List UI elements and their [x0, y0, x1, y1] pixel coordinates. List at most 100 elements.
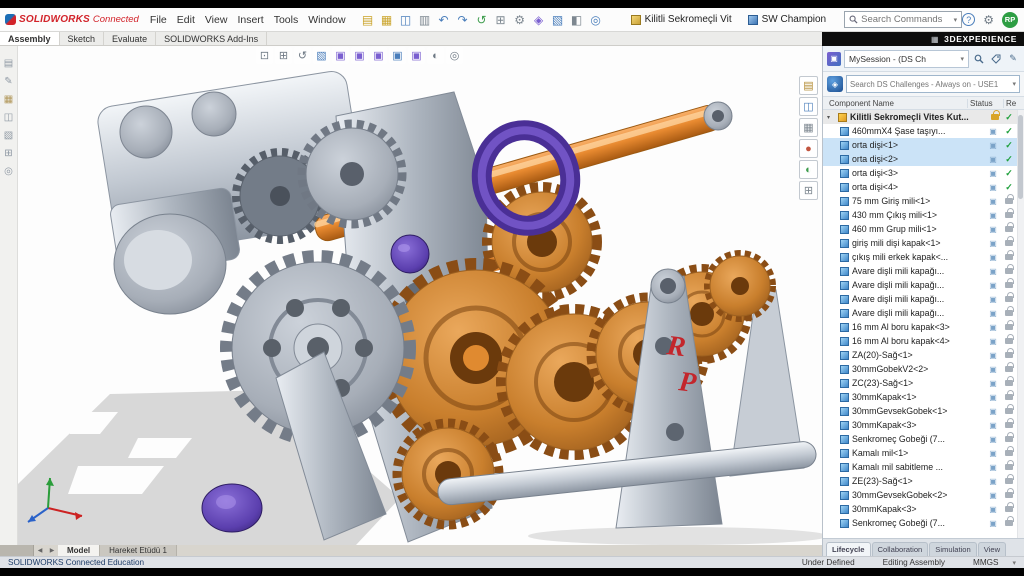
tab-sketch[interactable]: Sketch [60, 32, 105, 45]
tag-icon[interactable] [989, 52, 1003, 66]
section-icon[interactable]: ▧ [549, 11, 567, 29]
menu-insert[interactable]: Insert [232, 14, 268, 26]
session-dropdown[interactable]: MySession - (DS Ch ▾ [844, 50, 969, 68]
tree-item[interactable]: çıkış mili erkek kapak<... ▣ ✓ [823, 250, 1024, 264]
menu-file[interactable]: File [145, 14, 172, 26]
scene-icon[interactable]: ◐ [799, 160, 818, 179]
tab-motion-study-1[interactable]: Hareket Etüdü 1 [100, 545, 177, 556]
undo-icon[interactable]: ↶ [435, 11, 453, 29]
tab-solidworks-add-ins[interactable]: SOLIDWORKS Add-Ins [156, 32, 267, 45]
sketch-tools-icon[interactable]: ✎ [1, 74, 16, 89]
file-explorer-icon[interactable]: ◫ [799, 97, 818, 116]
tree-root-item[interactable]: ▾ Kilitli Sekromeçli Vites Kut... ✓ [823, 110, 1024, 124]
tree-item[interactable]: Avare dişli mili kapağı... ▣ ✓ [823, 292, 1024, 306]
tree-item[interactable]: orta dişi<2> ▣ ✓ [823, 152, 1024, 166]
tab-lifecycle[interactable]: Lifecycle [826, 542, 871, 556]
tab-view[interactable]: View [978, 542, 1006, 556]
rebuild-icon[interactable]: ↺ [473, 11, 491, 29]
view-orientation-icon[interactable]: ▣ [332, 47, 349, 64]
tree-item[interactable]: giriş mili dişi kapak<1> ▣ ✓ [823, 236, 1024, 250]
tree-item[interactable]: Senkromeç Gobeği (7... ▣ ✓ [823, 516, 1024, 530]
tree-item[interactable]: Kamalı mil<1> ▣ ✓ [823, 446, 1024, 460]
design-library-icon[interactable]: ▤ [799, 76, 818, 95]
file-explorer-icon[interactable]: ◫ [1, 110, 16, 125]
tree-item[interactable]: orta dişi<3> ▣ ✓ [823, 166, 1024, 180]
tree-item[interactable]: 75 mm Giriş mili<1> ▣ ✓ [823, 194, 1024, 208]
custom-properties-icon[interactable]: ⊞ [799, 181, 818, 200]
chevron-down-icon[interactable]: ▾ [954, 16, 958, 24]
display-style-icon[interactable]: ◧ [568, 11, 586, 29]
open-document-icon[interactable]: ▦ [378, 11, 396, 29]
tree-item[interactable]: ZE(23)-Sağ<1> ▣ ✓ [823, 474, 1024, 488]
view-palette-icon[interactable]: ▦ [799, 118, 818, 137]
tree-item[interactable]: 16 mm Al boru kapak<4> ▣ ✓ [823, 334, 1024, 348]
tree-item[interactable]: 16 mm Al boru kapak<3> ▣ ✓ [823, 320, 1024, 334]
tree-item[interactable]: 430 mm Çıkış mili<1> ▣ ✓ [823, 208, 1024, 222]
column-component-name[interactable]: Component Name [823, 99, 968, 108]
tab-collaboration[interactable]: Collaboration [872, 542, 929, 556]
tab-model[interactable]: Model [58, 545, 100, 556]
tree-item[interactable]: 30mmKapak<1> ▣ ✓ [823, 390, 1024, 404]
tabs-scroll-left-icon[interactable]: ◀ [34, 545, 46, 556]
pane-options-icon[interactable]: ◎ [1, 164, 16, 179]
tree-item[interactable]: 460 mm Grup mili<1> ▣ ✓ [823, 222, 1024, 236]
tree-item[interactable]: 30mmKapak<3> ▣ ✓ [823, 418, 1024, 432]
help-icon[interactable]: ? [962, 13, 975, 26]
tree-item[interactable]: 30mmGobekV2<2> ▣ ✓ [823, 362, 1024, 376]
tree-scrollbar[interactable] [1017, 110, 1024, 538]
tree-item[interactable]: Avare dişli mili kapağı... ▣ ✓ [823, 278, 1024, 292]
menu-tools[interactable]: Tools [269, 14, 304, 26]
previous-view-icon[interactable]: ↺ [294, 47, 311, 64]
options-grid-icon[interactable]: ⊞ [492, 11, 510, 29]
tree-item[interactable]: orta dişi<4> ▣ ✓ [823, 180, 1024, 194]
display-style-icon[interactable]: ◐ [427, 47, 444, 64]
zoom-area-icon[interactable]: ⊞ [275, 47, 292, 64]
print-icon[interactable]: ▥ [416, 11, 434, 29]
ds-search-input[interactable] [850, 80, 1012, 89]
tabs-scroll-right-icon[interactable]: ▶ [46, 545, 58, 556]
pencil-icon[interactable]: ✎ [1006, 52, 1020, 66]
graphics-viewport[interactable]: R P ⊡⊞↺▧▣▣▣▣▣◐◎ ▤◫▦●◐⊞ [18, 46, 822, 545]
tree-item[interactable]: orta dişi<1> ▣ ✓ [823, 138, 1024, 152]
redo-icon[interactable]: ↷ [454, 11, 472, 29]
new-document-icon[interactable]: ▤ [359, 11, 377, 29]
hide-show-items-icon[interactable]: ◎ [446, 47, 463, 64]
tab-assembly[interactable]: Assembly [0, 32, 60, 45]
tree-item[interactable]: 460mmX4 Şase taşıyı... ▣ ✓ [823, 124, 1024, 138]
tree-item[interactable]: 30mmGevsekGobek<2> ▣ ✓ [823, 488, 1024, 502]
user-avatar[interactable]: RP [1002, 12, 1018, 28]
appearance-icon[interactable]: ◈ [530, 11, 548, 29]
gear-icon[interactable]: ⚙ [983, 13, 994, 27]
tree-item[interactable]: ZC(23)-Sağ<1> ▣ ✓ [823, 376, 1024, 390]
save-icon[interactable]: ◫ [397, 11, 415, 29]
gearbox-3d-model[interactable]: R P [18, 46, 822, 545]
appearances-scenes-icon[interactable]: ● [799, 139, 818, 158]
tree-item[interactable]: 30mmKapak<3> ▣ ✓ [823, 502, 1024, 516]
tree-item[interactable]: Senkromeç Gobeği (7... ▣ ✓ [823, 432, 1024, 446]
ds-search[interactable]: ▾ [846, 75, 1020, 93]
caret-down-icon[interactable]: ▾ [827, 114, 835, 121]
view-orientation-icon[interactable]: ◎ [587, 11, 605, 29]
tree-item[interactable]: Avare dişli mili kapağı... ▣ ✓ [823, 306, 1024, 320]
front-view-icon[interactable]: ▣ [370, 47, 387, 64]
document-tab-2[interactable]: SW Champion [748, 14, 826, 25]
feature-manager-icon[interactable]: ▤ [1, 56, 16, 71]
menu-view[interactable]: View [200, 14, 233, 26]
appearances-panel-icon[interactable]: ▧ [1, 128, 16, 143]
column-re[interactable]: Re [1004, 99, 1024, 108]
menu-edit[interactable]: Edit [172, 14, 200, 26]
custom-properties-icon[interactable]: ⊞ [1, 146, 16, 161]
tab-evaluate[interactable]: Evaluate [104, 32, 156, 45]
tree-item[interactable]: Avare dişli mili kapağı... ▣ ✓ [823, 264, 1024, 278]
tree-item[interactable]: ZA(20)-Sağ<1> ▣ ✓ [823, 348, 1024, 362]
tree-item[interactable]: 30mmGevsekGobek<1> ▣ ✓ [823, 404, 1024, 418]
tab-simulation[interactable]: Simulation [929, 542, 976, 556]
command-search[interactable]: ▾ [844, 11, 962, 28]
design-library-icon[interactable]: ▦ [1, 92, 16, 107]
grid-menu-icon[interactable]: ▦ [931, 35, 939, 44]
command-search-input[interactable] [861, 14, 950, 25]
document-tab-1[interactable]: Kilitli Sekromeçli Vit [631, 14, 732, 25]
top-view-icon[interactable]: ▣ [389, 47, 406, 64]
settings-icon[interactable]: ⚙ [511, 11, 529, 29]
right-view-icon[interactable]: ▣ [408, 47, 425, 64]
